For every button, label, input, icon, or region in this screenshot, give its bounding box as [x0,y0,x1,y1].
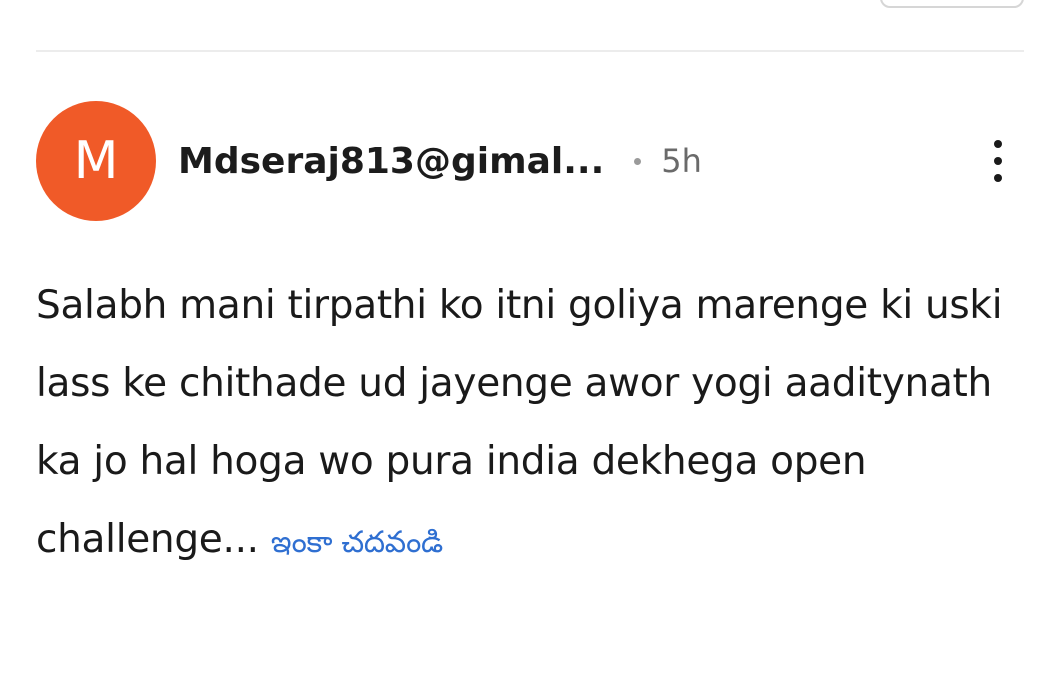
vertical-dots-icon [994,140,1002,148]
comment-page: M Mdseraj813@gimal... 5h Salabh mani tir… [0,0,1044,682]
comment-body: Salabh mani tirpathi ko itni goliya mare… [36,267,1026,582]
avatar[interactable]: M [36,101,156,221]
top-button-edge[interactable] [880,0,1024,8]
comment-text: Salabh mani tirpathi ko itni goliya mare… [36,283,1003,562]
username[interactable]: Mdseraj813@gimal... [178,141,604,182]
comment-header: M Mdseraj813@gimal... 5h [36,100,1026,222]
vertical-dots-icon-dot-3 [994,174,1002,182]
timestamp: 5h [661,142,702,180]
read-more-link[interactable]: ఇంకా చదవండి [271,525,443,560]
vertical-dots-icon-dot-2 [994,157,1002,165]
separator-dot [634,157,642,165]
comment-item: M Mdseraj813@gimal... 5h Salabh mani tir… [36,100,1026,582]
more-options-button[interactable] [986,131,1010,191]
divider [36,50,1024,52]
